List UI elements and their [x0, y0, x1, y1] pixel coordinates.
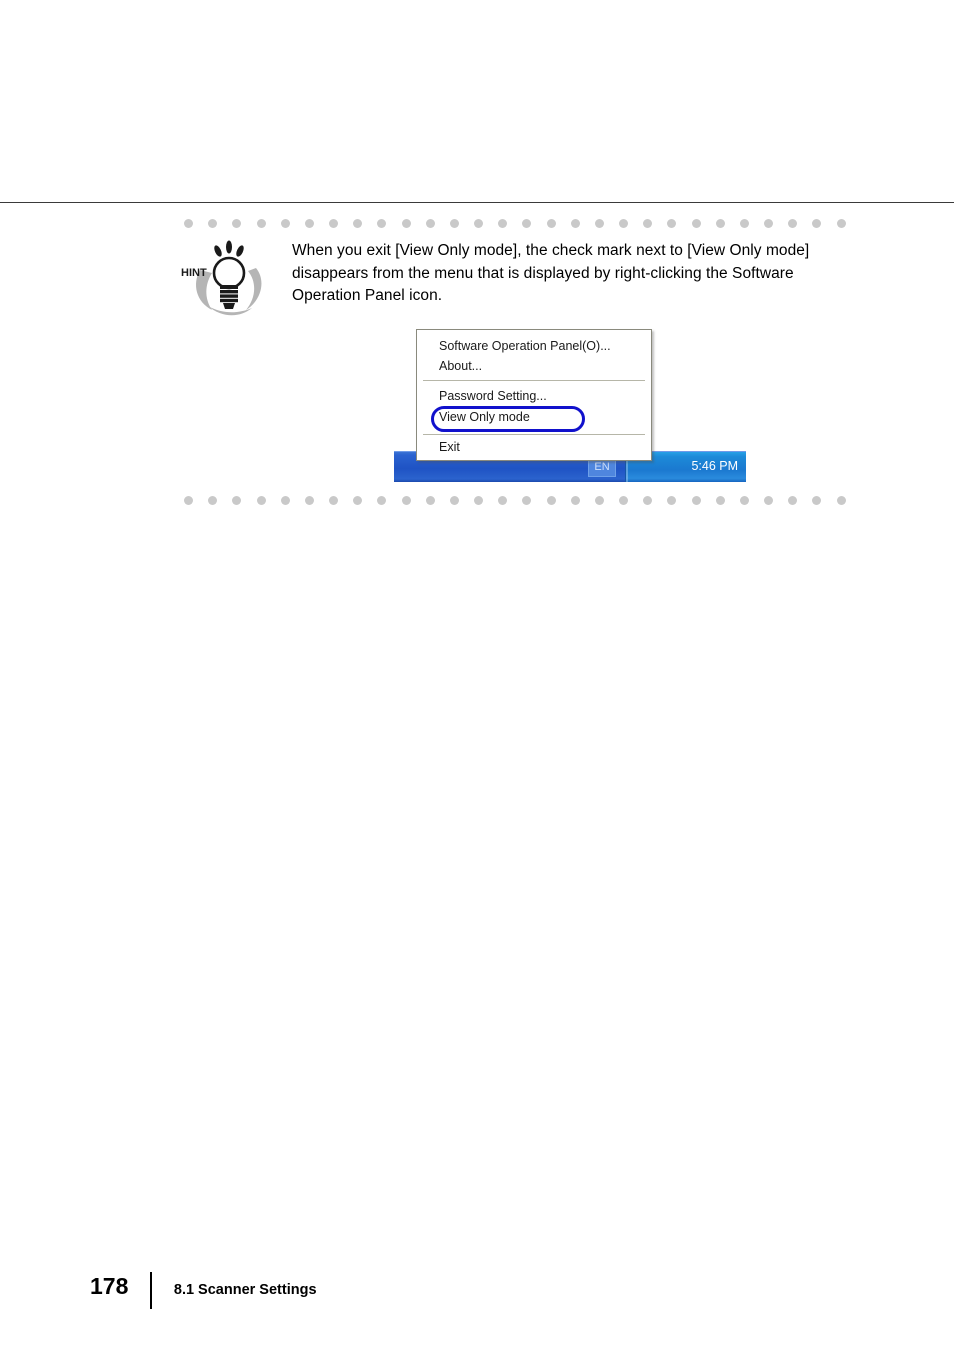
separator-dot: [619, 219, 629, 228]
separator-dot: [498, 496, 508, 505]
page-number: 178: [90, 1273, 129, 1299]
separator-dot: [280, 219, 290, 228]
separator-dot: [619, 496, 629, 505]
separator-dot: [256, 496, 266, 505]
separator-dot: [836, 496, 846, 505]
menu-separator: [423, 434, 645, 435]
separator-dot: [594, 496, 604, 505]
menu-item-about[interactable]: About...: [439, 359, 482, 373]
separator-dot: [498, 219, 508, 228]
svg-text:HINT: HINT: [181, 267, 207, 279]
separator-dot: [643, 496, 653, 505]
separator-dot: [788, 496, 798, 505]
separator-dot: [425, 219, 435, 228]
hint-dotted-separator-bottom: [184, 496, 846, 505]
separator-dot: [522, 219, 532, 228]
hint-dotted-separator-top: [184, 219, 846, 228]
separator-dot: [715, 219, 725, 228]
separator-dot: [788, 219, 798, 228]
separator-dot: [208, 219, 218, 228]
separator-dot: [691, 219, 701, 228]
separator-dot: [449, 496, 459, 505]
separator-dot: [715, 496, 725, 505]
separator-dot: [594, 219, 604, 228]
separator-dot: [764, 496, 774, 505]
separator-dot: [739, 219, 749, 228]
menu-item-software-operation-panel[interactable]: Software Operation Panel(O)...: [439, 339, 611, 353]
separator-dot: [329, 496, 339, 505]
separator-dot: [208, 496, 218, 505]
separator-dot: [764, 219, 774, 228]
separator-dot: [425, 496, 435, 505]
separator-dot: [449, 219, 459, 228]
tray-context-menu: Software Operation Panel(O)... About... …: [416, 329, 652, 461]
separator-dot: [377, 496, 387, 505]
separator-dot: [546, 496, 556, 505]
separator-dot: [474, 219, 484, 228]
separator-dot: [667, 496, 677, 505]
separator-dot: [836, 219, 846, 228]
page-footer: 178 8.1 Scanner Settings: [90, 1272, 317, 1312]
menu-item-view-only-mode[interactable]: View Only mode: [439, 410, 530, 424]
separator-dot: [812, 496, 822, 505]
hint-text: When you exit [View Only mode], the chec…: [292, 242, 810, 304]
menu-item-exit[interactable]: Exit: [439, 440, 460, 454]
separator-dot: [329, 219, 339, 228]
separator-dot: [232, 496, 242, 505]
header-rule: [0, 202, 954, 203]
separator-dot: [304, 219, 314, 228]
separator-dot: [812, 219, 822, 228]
separator-dot: [570, 219, 580, 228]
separator-dot: [184, 219, 193, 228]
separator-dot: [474, 496, 484, 505]
separator-dot: [232, 219, 242, 228]
lightbulb-hint-icon: HINT: [178, 240, 282, 320]
separator-dot: [546, 219, 556, 228]
separator-dot: [401, 496, 411, 505]
separator-dot: [280, 496, 290, 505]
separator-dot: [256, 219, 266, 228]
menu-separator: [423, 380, 645, 381]
footer-divider: [150, 1272, 152, 1309]
separator-dot: [304, 496, 314, 505]
separator-dot: [643, 219, 653, 228]
footer-section-title: 8.1 Scanner Settings: [173, 1282, 317, 1298]
separator-dot: [401, 219, 411, 228]
separator-dot: [353, 496, 363, 505]
separator-dot: [184, 496, 193, 505]
separator-dot: [377, 219, 387, 228]
separator-dot: [691, 496, 701, 505]
separator-dot: [353, 219, 363, 228]
separator-dot: [667, 219, 677, 228]
separator-dot: [739, 496, 749, 505]
screenshot-figure: EN 5:46 PM Software Operation Panel(O)..…: [394, 329, 746, 484]
taskbar-clock[interactable]: 5:46 PM: [691, 459, 738, 473]
separator-dot: [522, 496, 532, 505]
separator-dot: [570, 496, 580, 505]
menu-item-password-setting[interactable]: Password Setting...: [439, 389, 547, 403]
